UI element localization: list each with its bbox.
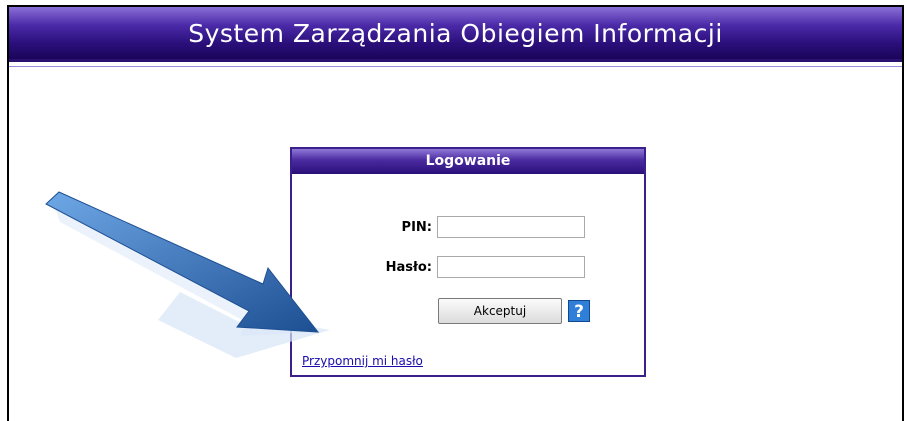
app-frame: System Zarządzania Obiegiem Informacji L… [7, 5, 904, 421]
pin-label: PIN: [401, 220, 432, 235]
header-divider [9, 66, 902, 67]
login-title: Logowanie [292, 149, 644, 174]
help-button[interactable]: ? [568, 300, 590, 322]
page-header: System Zarządzania Obiegiem Informacji [9, 7, 902, 62]
password-row: Hasło: [292, 256, 644, 280]
pin-row: PIN: [292, 216, 644, 240]
pin-input[interactable] [437, 216, 585, 238]
page-title: System Zarządzania Obiegiem Informacji [188, 19, 723, 48]
login-panel: Logowanie PIN: Hasło: Akceptuj ? Przypom… [290, 147, 646, 377]
password-label: Hasło: [385, 260, 432, 275]
accept-button[interactable]: Akceptuj [438, 298, 562, 324]
password-input[interactable] [437, 256, 585, 278]
remind-password-link[interactable]: Przypomnij mi hasło [302, 354, 423, 368]
